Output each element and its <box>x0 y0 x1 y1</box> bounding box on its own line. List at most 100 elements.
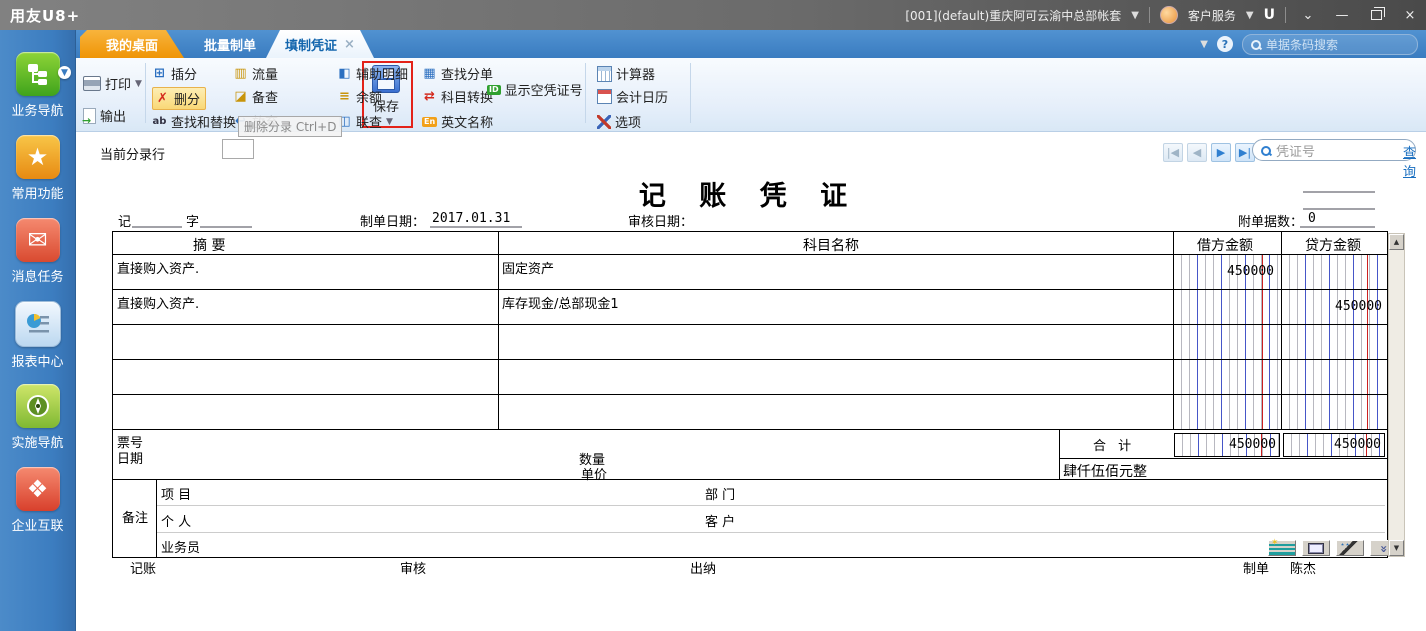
sidebar-item-report-center[interactable]: 报表中心 <box>0 301 75 370</box>
delete-entry-tooltip: 删除分录 Ctrl+D <box>238 116 342 137</box>
insert-row-button[interactable]: ⊞ 插分 <box>152 64 197 83</box>
voucher-no-placeholder: 凭证号 <box>1276 141 1315 160</box>
query-link[interactable]: 查询 <box>1403 142 1426 180</box>
subject-convert-button[interactable]: ⇄ 科目转换 <box>422 87 493 106</box>
sidebar-item-implementation-nav[interactable]: 实施导航 <box>0 384 75 451</box>
compass-icon <box>16 384 60 428</box>
link-query-button[interactable]: ◫ 联查 ▼ <box>337 112 393 131</box>
attachments-value[interactable]: 0 <box>1308 211 1316 226</box>
button-label: 显示空凭证号 <box>505 80 583 99</box>
button-label: 科目转换 <box>441 87 493 106</box>
tab-batch-voucher[interactable]: 批量制单 <box>186 30 274 58</box>
tab-my-desktop[interactable]: 我的桌面 <box>80 30 184 58</box>
sidebar-item-business-nav[interactable]: 业务导航 <box>0 52 75 119</box>
delete-row-icon: ✗ <box>155 91 170 106</box>
row-credit-amount[interactable]: 450000 <box>1282 289 1382 324</box>
grid-line <box>498 232 499 429</box>
button-label: 余额 <box>356 87 382 106</box>
prev-voucher-button[interactable]: ◀ <box>1187 143 1207 162</box>
amount-in-words: 肆仟伍佰元整 <box>1063 461 1147 481</box>
current-entry-row-input[interactable] <box>222 139 254 159</box>
restore-button[interactable] <box>1364 5 1388 25</box>
screen-view-button[interactable] <box>1302 540 1330 556</box>
sidebar-item-common-functions[interactable]: ★ 常用功能 <box>0 135 75 202</box>
barcode-search-input[interactable]: 单据条码搜索 <box>1242 34 1418 55</box>
tab-overflow-dropdown-icon[interactable]: ▼ <box>1200 39 1208 50</box>
collapse-ribbon-button[interactable]: ⌄ <box>1296 5 1320 25</box>
minimize-button[interactable]: — <box>1330 5 1354 25</box>
voucher-table: 摘 要 科目名称 借方金额 贷方金额 直接购入资产. 固定资产 450000 直… <box>112 231 1388 558</box>
divider <box>690 63 691 123</box>
options-button[interactable]: 选项 <box>597 112 641 131</box>
export-button[interactable]: 输出 <box>83 106 126 125</box>
maker-name: 陈杰 <box>1290 558 1316 577</box>
flow-button[interactable]: ▥ 流量 <box>233 64 278 83</box>
blank-line <box>132 226 182 228</box>
tab-bar: 我的桌面 批量制单 填制凭证 × ▼ ? 单据条码搜索 <box>0 30 1426 58</box>
aux-detail-button[interactable]: ◧ 辅助明细 <box>337 64 408 83</box>
customer-service-dropdown-icon[interactable]: ▼ <box>1246 10 1254 21</box>
help-icon[interactable]: ? <box>1217 36 1233 52</box>
made-date-value[interactable]: 2017.01.31 <box>432 211 510 226</box>
print-button[interactable]: 打印 ▼ <box>83 74 142 93</box>
row-summary[interactable]: 直接购入资产. <box>117 258 199 277</box>
row-summary[interactable]: 直接购入资产. <box>117 293 199 312</box>
magic-wand-button[interactable] <box>1336 540 1364 556</box>
sidebar-item-message-tasks[interactable]: ✉ 消息任务 <box>0 218 75 285</box>
calculator-icon <box>597 66 612 82</box>
close-tab-icon[interactable]: × <box>344 38 355 51</box>
close-button[interactable]: × <box>1398 5 1422 25</box>
button-label: 会计日历 <box>616 87 668 106</box>
total-debit-box: 450000 <box>1174 433 1280 457</box>
summary-list-button[interactable] <box>1268 540 1296 556</box>
account-set-dropdown-icon[interactable]: ▼ <box>1131 10 1139 21</box>
table-scrollbar[interactable]: ▲ ▼ <box>1388 233 1405 557</box>
row-debit-amount[interactable]: 450000 <box>1174 254 1274 289</box>
remark-salesman-label: 业务员 <box>161 537 200 556</box>
scroll-up-icon[interactable]: ▲ <box>1389 234 1404 250</box>
next-voucher-button[interactable]: ▶ <box>1211 143 1231 162</box>
search-placeholder: 单据条码搜索 <box>1266 36 1338 53</box>
lookup-button[interactable]: ◪ 备查 <box>233 87 278 106</box>
calculator-button[interactable]: 计算器 <box>597 64 655 83</box>
sidebar-expand-icon[interactable]: ▼ <box>58 66 71 79</box>
first-voucher-button[interactable]: |◀ <box>1163 143 1183 162</box>
find-replace-button[interactable]: ab 查找和替换 <box>152 112 236 131</box>
calendar-icon <box>597 89 612 104</box>
sidebar-nav: 业务导航 ▼ ★ 常用功能 ✉ 消息任务 报表中心 实施导航 ❖ 企业互联 <box>0 30 76 631</box>
show-empty-voucher-button[interactable]: ID 显示空凭证号 <box>487 80 583 99</box>
english-name-button[interactable]: En 英文名称 <box>422 112 493 131</box>
u8-logo-icon[interactable]: U <box>1264 7 1275 23</box>
delete-row-button[interactable]: ✗ 删分 <box>152 87 206 110</box>
title-bar: 用友U8+ [001](default)重庆阿可云渝中总部帐套 ▼ 客户服务 ▼… <box>0 0 1426 30</box>
restore-icon <box>1371 10 1382 20</box>
button-label: 联查 <box>356 112 382 131</box>
blank-line <box>1300 226 1375 228</box>
blank-line <box>430 226 522 228</box>
printer-icon <box>83 76 101 91</box>
row-account[interactable]: 库存现金/总部现金1 <box>502 293 619 312</box>
account-set-label: [001](default)重庆阿可云渝中总部帐套 <box>905 7 1121 24</box>
voucher-no-search-input[interactable]: 凭证号 <box>1252 139 1416 161</box>
diamonds-icon: ❖ <box>16 467 60 511</box>
sidebar-item-enterprise-link[interactable]: ❖ 企业互联 <box>0 467 75 534</box>
sidebar-item-label: 消息任务 <box>0 266 75 285</box>
blank-line <box>1303 191 1375 193</box>
button-label: 查找分单 <box>441 64 493 83</box>
tab-label: 填制凭证 <box>285 35 337 54</box>
button-label: 流量 <box>252 64 278 83</box>
dept-label: 部 门 <box>705 484 735 503</box>
scroll-down-icon[interactable]: ▼ <box>1389 540 1404 556</box>
toolbar-ribbon: 打印 ▼ 输出 ⊞ 插分 ✗ 删分 ab 查找和替换 ▥ 流量 ◪ 备查 ↩ <box>75 58 1426 132</box>
chevron-down-icon: ▼ <box>135 79 142 89</box>
divider <box>1149 7 1150 23</box>
sidebar-item-label: 报表中心 <box>0 351 75 370</box>
row-account[interactable]: 固定资产 <box>502 258 554 277</box>
customer-service-menu[interactable]: 客户服务 <box>1188 7 1236 24</box>
tab-fill-voucher[interactable]: 填制凭证 × <box>266 30 374 58</box>
sidebar-item-label: 常用功能 <box>0 183 75 202</box>
price-label: 单价 <box>581 464 607 483</box>
find-voucher-button[interactable]: ▦ 查找分单 <box>422 64 493 83</box>
calendar-button[interactable]: 会计日历 <box>597 87 668 106</box>
balance-button[interactable]: ≡ 余额 <box>337 87 382 106</box>
